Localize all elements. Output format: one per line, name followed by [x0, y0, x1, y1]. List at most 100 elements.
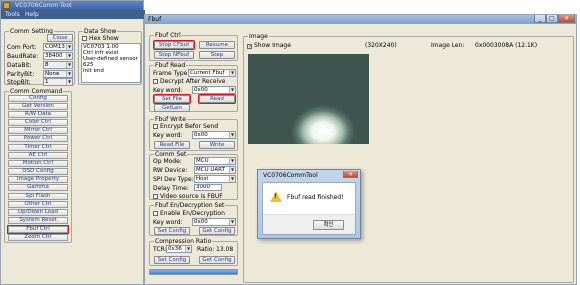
video-source-label: Video source is FBUF [160, 193, 223, 200]
main-window: VC0706Comm Tool Tools Help Comm Setting … [0, 0, 145, 285]
read-button[interactable]: Read [198, 94, 236, 104]
main-window-title: VC0706Comm Tool [15, 2, 72, 9]
read-file-button[interactable]: Read File [154, 141, 190, 149]
encrypt-checkbox[interactable]: Encrypt Befor Send [153, 123, 218, 130]
ok-button[interactable]: 확인 [313, 220, 344, 230]
baudrate-select[interactable]: 38400 ▼ [43, 52, 73, 60]
image-property-button[interactable]: Image Property [8, 176, 68, 183]
tcr-label: TCR: [153, 246, 167, 253]
fbuf-ctrl-title: Fbuf Ctrl [154, 32, 182, 39]
image-len-label: Image Len: [431, 42, 465, 49]
spi-dev-type-select[interactable]: Host ▼ [194, 175, 236, 183]
show-image-checkbox[interactable]: ✓ Show Image [247, 42, 291, 50]
menu-bar: Tools Help [1, 10, 145, 19]
chevron-down-icon: ▼ [66, 79, 72, 85]
data-show-textarea[interactable]: VC0703 1.00 Ctrl infr exist User-defined… [81, 43, 141, 83]
enc-set-config-button[interactable]: Set Config [154, 227, 190, 235]
enable-enc-checkbox[interactable]: Enable En/Decryption [153, 210, 225, 217]
frame-type-select[interactable]: Current Fbuf ▼ [188, 69, 236, 77]
hex-show-label: Hex Show [89, 35, 119, 42]
op-mode-select[interactable]: MCU ▼ [194, 157, 236, 165]
write-button[interactable]: Write [199, 141, 235, 149]
fbuf-window-title: Fbuf [148, 16, 162, 23]
write-key-word-select[interactable]: 0x00 ▼ [192, 131, 236, 139]
chevron-down-icon: ▼ [185, 246, 191, 252]
comm-set-group: Comm Set Op Mode: MCU ▼ RW Device: MCU UA… [149, 151, 238, 200]
power-ctrl-button[interactable]: Power Ctrl [8, 135, 68, 142]
mirror-ctrl-button[interactable]: Mirror Ctrl [8, 127, 68, 134]
show-image-label: Show Image [254, 42, 291, 49]
baudrate-label: BaudRate: [7, 53, 39, 60]
warning-mark: ! [274, 193, 277, 200]
tcr-select[interactable]: 0x36 ▼ [166, 245, 192, 253]
checkbox-icon [153, 194, 158, 199]
read-key-word-select[interactable]: 0x00 ▼ [192, 86, 236, 94]
chevron-down-icon: ▼ [66, 44, 72, 50]
comm-set-title: Comm Set [154, 151, 188, 158]
maximize-icon[interactable]: □ [546, 15, 558, 23]
ae-ctrl-button[interactable]: AE Ctrl [8, 152, 68, 159]
resume-button[interactable]: Resume [199, 41, 235, 49]
color-ctrl-button[interactable]: Color Ctrl [8, 119, 68, 126]
minimize-icon[interactable]: _ [534, 15, 546, 23]
decrypt-checkbox[interactable]: Decrypt After Receive [153, 78, 226, 85]
system-reset-button[interactable]: System Reset [8, 217, 68, 224]
close-button[interactable]: Close [47, 34, 73, 42]
stop-cfbuf-button[interactable]: Stop CFbuf [153, 40, 195, 50]
op-mode-label: Op Mode: [153, 158, 182, 165]
compression-set-config-button[interactable]: Set Config [154, 256, 190, 264]
get-version-button[interactable]: Get Version [8, 103, 68, 110]
timer-ctrl-button[interactable]: Timer Ctrl [8, 144, 68, 151]
delay-time-input[interactable]: 3000 [194, 184, 222, 191]
encrypt-label: Encrypt Befor Send [160, 123, 219, 130]
compression-title: Compression Ratio [154, 238, 213, 245]
osd-config-button[interactable]: OSD Config [8, 168, 68, 175]
getlen-button[interactable]: GetLen [154, 104, 190, 112]
spi-flash-button[interactable]: Spi Flash [8, 193, 68, 200]
chevron-down-icon: ▼ [229, 132, 235, 138]
rw-data-button[interactable]: R/W Data [8, 111, 68, 118]
enc-key-word-select[interactable]: 0x00 ▼ [192, 218, 236, 226]
zoom-ctrl-button[interactable]: Zoom Ctrl [8, 234, 68, 241]
video-source-checkbox[interactable]: Video source is FBUF [153, 193, 223, 200]
dialog-body: ! Fbuf read finished! 확인 [262, 182, 356, 235]
other-ctrl-button[interactable]: Other Ctrl [8, 201, 68, 208]
close-icon[interactable]: ✕ [558, 15, 575, 23]
hex-show-checkbox[interactable]: Hex Show [82, 35, 119, 42]
app-icon [3, 2, 10, 9]
step-button[interactable]: Step [199, 51, 235, 59]
menu-tools[interactable]: Tools [5, 11, 20, 18]
image-resolution: (320X240) [365, 42, 397, 49]
stopbit-select[interactable]: 1 ▼ [43, 78, 73, 86]
com-port-label: Com Port: [7, 44, 37, 51]
compression-group: Compression Ratio TCR: 0x36 ▼ Ratio: 13.0… [149, 238, 238, 266]
camera-image [248, 54, 369, 144]
fbuf-ctrl-group: Fbuf Ctrl Stop CFbuf Resume Stop NFbuf S… [149, 32, 238, 61]
chevron-down-icon: ▼ [229, 70, 235, 76]
databit-select[interactable]: 8 ▼ [43, 61, 73, 69]
rw-device-select[interactable]: MCU UART ▼ [194, 166, 236, 174]
motion-ctrl-button[interactable]: Motion Ctrl [8, 160, 68, 167]
fbuf-window: Fbuf _ □ ✕ Fbuf Ctrl Stop CFbuf Resume S… [144, 14, 577, 285]
spi-dev-type-label: SPI Dev Type: [153, 176, 194, 183]
dialog-close-icon[interactable]: ✕ [343, 171, 358, 178]
set-file-button[interactable]: Set File [153, 94, 191, 104]
stop-nfbuf-button[interactable]: Stop NFbuf [154, 51, 194, 59]
gamma-button[interactable]: Gamma [8, 184, 68, 191]
fbuf-title-bar: Fbuf _ □ ✕ [145, 15, 576, 24]
fbuf-ctrl-button[interactable]: Fbuf Ctrl [7, 225, 69, 234]
image-group: Image ✓ Show Image (320X240) Image Len: 0… [243, 33, 574, 283]
paritybit-select[interactable]: None ▼ [43, 70, 73, 78]
dialog-button-area: 확인 [263, 214, 355, 234]
up-down-load-button[interactable]: Up/Down Load [8, 209, 68, 216]
config-button[interactable]: Config [8, 95, 68, 102]
chevron-down-icon: ▼ [229, 158, 235, 164]
compression-get-config-button[interactable]: Get Config [199, 256, 235, 264]
enc-set-title: Fbuf En/Decryption Set [154, 202, 226, 209]
com-port-select[interactable]: COM13 ▼ [43, 43, 73, 51]
menu-help[interactable]: Help [25, 11, 39, 18]
enc-get-config-button[interactable]: Get Config [199, 227, 235, 235]
ratio-label: Ratio: [197, 246, 215, 253]
data-show-title: Data Show [83, 28, 118, 35]
enable-enc-label: Enable En/Decryption [160, 210, 225, 217]
